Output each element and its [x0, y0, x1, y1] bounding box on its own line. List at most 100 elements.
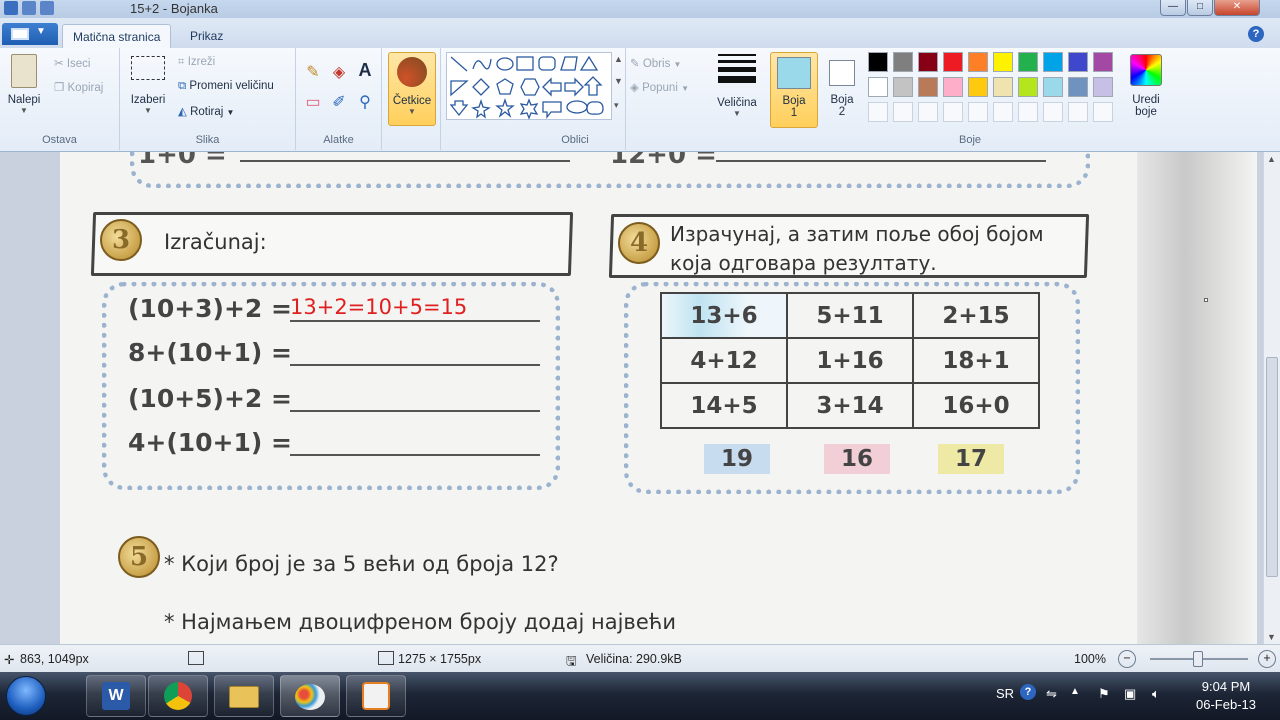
grid-cell[interactable]: 5+11	[786, 292, 914, 339]
minimize-button[interactable]: —	[1160, 0, 1186, 16]
cut-button[interactable]: ✂ Iseci	[54, 56, 91, 70]
pentagon-shape	[496, 78, 514, 95]
palette-swatch[interactable]	[1093, 102, 1113, 122]
resize-button[interactable]: ⧉ Promeni veličinu	[178, 80, 274, 93]
answer-line	[290, 410, 540, 412]
grid-cell[interactable]: 18+1	[912, 337, 1040, 384]
input-options-icon[interactable]: ⇋	[1046, 686, 1057, 702]
show-hidden-icons[interactable]: ▲	[1070, 686, 1080, 697]
language-indicator[interactable]: SR	[996, 686, 1014, 701]
palette-swatch[interactable]	[1068, 102, 1088, 122]
start-button[interactable]	[6, 676, 46, 716]
zoom-slider-thumb[interactable]	[1193, 651, 1203, 667]
select-button[interactable]: Izaberi ▼	[128, 56, 168, 115]
tab-view[interactable]: Prikaz	[180, 24, 233, 48]
rotate-button[interactable]: ◭ Rotiraj ▼	[178, 104, 234, 118]
volume-icon[interactable]: 🔈︎	[1152, 686, 1160, 702]
palette-swatch[interactable]	[868, 102, 888, 122]
vertical-scrollbar[interactable]: ▲ ▼	[1263, 152, 1280, 644]
undo-icon[interactable]	[22, 1, 36, 15]
fill-icon[interactable]: ◈	[328, 62, 350, 82]
palette-swatch[interactable]	[893, 77, 913, 97]
grid-cell[interactable]: 16+0	[912, 382, 1040, 429]
palette-swatch[interactable]	[893, 102, 913, 122]
clock[interactable]: 9:04 PM 06-Feb-13	[1186, 678, 1266, 714]
palette-swatch[interactable]	[943, 102, 963, 122]
chevron-down-icon: ▼	[733, 109, 741, 118]
color-picker-icon[interactable]: ✐	[328, 92, 350, 112]
resize-handle[interactable]	[1204, 298, 1208, 302]
palette-swatch[interactable]	[968, 52, 988, 72]
close-button[interactable]: ✕	[1214, 0, 1260, 16]
palette-swatch[interactable]	[968, 102, 988, 122]
palette-swatch[interactable]	[1043, 52, 1063, 72]
grid-cell[interactable]: 4+12	[660, 337, 788, 384]
redo-icon[interactable]	[40, 1, 54, 15]
shapes-scroll-up-icon[interactable]: ▲	[614, 54, 623, 64]
palette-swatch[interactable]	[918, 52, 938, 72]
outline-label: Obris	[642, 58, 671, 70]
palette-swatch[interactable]	[1018, 52, 1038, 72]
palette-swatch[interactable]	[1093, 52, 1113, 72]
scrollbar-thumb[interactable]	[1266, 357, 1278, 577]
help-icon[interactable]: ?	[1020, 684, 1036, 700]
palette-swatch[interactable]	[1068, 52, 1088, 72]
network-icon[interactable]: ▣	[1124, 686, 1136, 702]
brushes-button[interactable]: Četkice ▼	[388, 52, 436, 126]
zoom-in-button[interactable]: +	[1258, 650, 1276, 668]
taskbar-word[interactable]: W	[86, 675, 146, 717]
scroll-down-icon[interactable]: ▼	[1267, 632, 1276, 642]
edit-colors-button[interactable]: Uredi boje	[1124, 52, 1168, 118]
help-icon[interactable]: ?	[1248, 26, 1264, 42]
grid-cell[interactable]: 1+16	[786, 337, 914, 384]
eraser-icon[interactable]: ▭	[302, 92, 324, 112]
palette-swatch[interactable]	[993, 77, 1013, 97]
outline-button[interactable]: ✎ Obris ▼	[630, 56, 681, 70]
shapes-expand-icon[interactable]: ▾	[614, 100, 619, 111]
palette-swatch[interactable]	[968, 77, 988, 97]
paste-button[interactable]: Nalepi ▼	[6, 54, 42, 115]
grid-cell[interactable]: 3+14	[786, 382, 914, 429]
palette-swatch[interactable]	[1018, 77, 1038, 97]
legend-chip-blue: 19	[704, 444, 770, 474]
magnifier-icon[interactable]: ⚲	[354, 92, 376, 112]
shapes-scroll-down-icon[interactable]: ▼	[614, 76, 623, 86]
zoom-out-button[interactable]: −	[1118, 650, 1136, 668]
color2-button[interactable]: Boja 2	[822, 52, 862, 128]
grid-cell[interactable]: 2+15	[912, 292, 1040, 339]
palette-swatch[interactable]	[1068, 77, 1088, 97]
palette-swatch[interactable]	[918, 102, 938, 122]
palette-swatch[interactable]	[993, 102, 1013, 122]
save-icon[interactable]	[4, 1, 18, 15]
pencil-icon[interactable]: ✎	[302, 62, 324, 82]
palette-swatch[interactable]	[1093, 77, 1113, 97]
palette-swatch[interactable]	[993, 52, 1013, 72]
palette-swatch[interactable]	[918, 77, 938, 97]
size-button[interactable]: Veličina ▼	[712, 54, 762, 118]
color1-button[interactable]: Boja 1	[770, 52, 818, 128]
palette-swatch[interactable]	[943, 52, 963, 72]
maximize-button[interactable]: □	[1187, 0, 1213, 16]
grid-cell[interactable]: 14+5	[660, 382, 788, 429]
crop-button[interactable]: ⌗ Izreži	[178, 56, 215, 69]
tab-home[interactable]: Matična stranica	[62, 24, 172, 48]
flag-icon[interactable]: ⚑	[1098, 686, 1110, 702]
taskbar-paint[interactable]	[280, 675, 340, 717]
palette-swatch[interactable]	[1043, 102, 1063, 122]
taskbar-chrome[interactable]	[148, 675, 208, 717]
palette-swatch[interactable]	[1043, 77, 1063, 97]
paint-menu-button[interactable]: ▼	[2, 23, 58, 45]
fill-button[interactable]: ◈ Popuni ▼	[630, 80, 689, 94]
worksheet-image[interactable]: 1+0 = 12+0 = 3 Izračunaj: (10+3)+2 = 13+…	[60, 152, 1137, 644]
taskbar-recorder[interactable]	[346, 675, 406, 717]
scroll-up-icon[interactable]: ▲	[1267, 154, 1276, 164]
grid-cell[interactable]: 13+6	[660, 292, 788, 339]
text-icon[interactable]: A	[354, 60, 376, 81]
copy-button[interactable]: ❐ Kopiraj	[54, 80, 103, 94]
palette-swatch[interactable]	[1018, 102, 1038, 122]
taskbar-explorer[interactable]	[214, 675, 274, 717]
palette-swatch[interactable]	[868, 77, 888, 97]
palette-swatch[interactable]	[893, 52, 913, 72]
palette-swatch[interactable]	[943, 77, 963, 97]
palette-swatch[interactable]	[868, 52, 888, 72]
